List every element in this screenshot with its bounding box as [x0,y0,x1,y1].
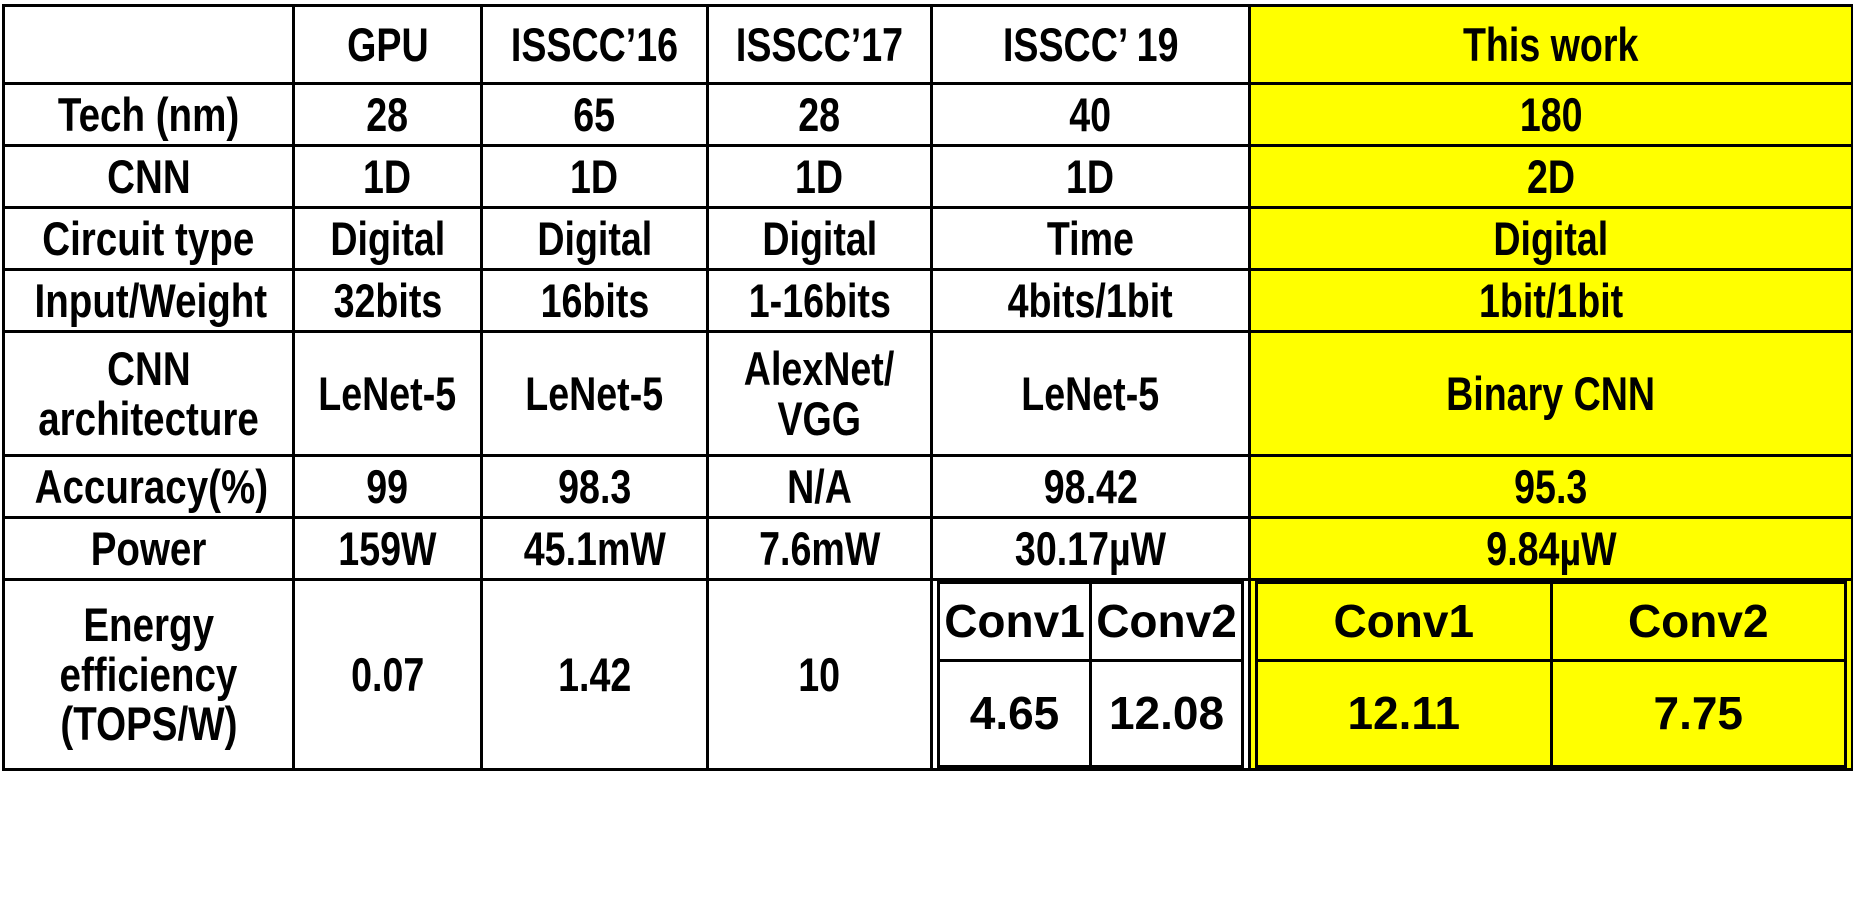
cell-circuit-isscc19: Time [930,206,1251,271]
cell-energy-isscc17: 10 [706,578,933,771]
cell-accuracy-isscc17: N/A [706,454,933,519]
cell-energy-gpu: 0.07 [292,578,483,771]
isscc19-conv2-value: 12.08 [1089,659,1244,768]
table-row: Power 159W 45.1mW 7.6mW 30.17µW 9.84µW [2,516,1853,581]
comparison-table-slide: GPU ISSCC’16 ISSCC’17 ISSCC’ 19 This wor… [0,4,1853,910]
table-row: CNN 1D 1D 1D 1D 2D [2,144,1853,209]
header-label-this-work: This work [1463,17,1639,71]
cell-inputweight-isscc19: 4bits/1bit [930,268,1251,333]
header-cell-this-work: This work [1248,4,1853,85]
cell-circuit-gpu: Digital [292,206,483,271]
cell-power-this-work: 9.84µW [1248,516,1853,581]
row-label-cnn-architecture: CNN architecture [2,330,295,457]
header-cell-gpu: GPU [292,4,483,85]
cell-cnn-this-work: 2D [1248,144,1853,209]
row-label-energy-efficiency: Energy efficiency (TOPS/W) [2,578,295,771]
header-cell-metric [2,4,295,85]
header-cell-isscc17: ISSCC’17 [706,4,933,85]
cell-accuracy-isscc19: 98.42 [930,454,1251,519]
cell-power-isscc16: 45.1mW [480,516,709,581]
row-label-input-weight: Input/Weight [2,268,295,333]
cell-tech-gpu: 28 [292,82,483,147]
cell-arch-isscc16: LeNet-5 [480,330,709,457]
cell-power-isscc19: 30.17µW [930,516,1251,581]
cell-arch-isscc19: LeNet-5 [930,330,1251,457]
row-label-cnn: CNN [2,144,295,209]
cell-energy-isscc19-split: Conv1 Conv2 4.65 12.08 [930,578,1251,771]
cell-power-gpu: 159W [292,516,483,581]
cell-tech-isscc19: 40 [930,82,1251,147]
header-label-isscc17: ISSCC’17 [735,17,904,71]
row-label-power: Power [2,516,295,581]
this-work-conv-subtable: Conv1 Conv2 12.11 7.75 [1255,581,1847,768]
cell-arch-isscc17: AlexNet/ VGG [706,330,933,457]
cell-cnn-gpu: 1D [292,144,483,209]
cell-circuit-this-work: Digital [1248,206,1853,271]
cell-accuracy-this-work: 95.3 [1248,454,1853,519]
cell-circuit-isscc17: Digital [706,206,933,271]
table-header-row: GPU ISSCC’16 ISSCC’17 ISSCC’ 19 This wor… [2,4,1853,85]
isscc19-conv1-label: Conv1 [937,581,1092,662]
cell-cnn-isscc19: 1D [930,144,1251,209]
cell-tech-this-work: 180 [1248,82,1853,147]
cell-accuracy-isscc16: 98.3 [480,454,709,519]
cell-inputweight-isscc16: 16bits [480,268,709,333]
cell-energy-isscc16: 1.42 [480,578,709,771]
isscc19-conv-subtable: Conv1 Conv2 4.65 12.08 [937,581,1244,768]
row-label-tech: Tech (nm) [2,82,295,147]
table-row: Input/Weight 32bits 16bits 1-16bits 4bit… [2,268,1853,333]
this-work-conv1-label: Conv1 [1255,581,1553,662]
cell-arch-this-work: Binary CNN [1248,330,1853,457]
table-row: Tech (nm) 28 65 28 40 180 [2,82,1853,147]
table-row: Circuit type Digital Digital Digital Tim… [2,206,1853,271]
table-row: Accuracy(%) 99 98.3 N/A 98.42 95.3 [2,454,1853,519]
cell-power-isscc17: 7.6mW [706,516,933,581]
cell-inputweight-isscc17: 1-16bits [706,268,933,333]
table-row-energy-efficiency: Energy efficiency (TOPS/W) 0.07 1.42 10 … [2,578,1853,771]
this-work-conv-value-row: 12.11 7.75 [1255,659,1847,768]
cell-cnn-isscc16: 1D [480,144,709,209]
isscc19-conv-header-row: Conv1 Conv2 [937,581,1244,662]
header-label-isscc16: ISSCC’16 [510,17,679,71]
isscc19-conv-value-row: 4.65 12.08 [937,659,1244,768]
cell-inputweight-gpu: 32bits [292,268,483,333]
header-cell-isscc19: ISSCC’ 19 [930,4,1251,85]
cell-tech-isscc17: 28 [706,82,933,147]
cell-inputweight-this-work: 1bit/1bit [1248,268,1853,333]
cell-accuracy-gpu: 99 [292,454,483,519]
this-work-conv2-label: Conv2 [1549,581,1847,662]
row-label-accuracy: Accuracy(%) [2,454,295,519]
cell-cnn-isscc17: 1D [706,144,933,209]
this-work-conv-header-row: Conv1 Conv2 [1255,581,1847,662]
header-cell-isscc16: ISSCC’16 [480,4,709,85]
cell-energy-this-work-split: Conv1 Conv2 12.11 7.75 [1248,578,1853,771]
comparison-table: GPU ISSCC’16 ISSCC’17 ISSCC’ 19 This wor… [2,4,1853,771]
isscc19-conv1-value: 4.65 [937,659,1092,768]
header-label-gpu: GPU [346,17,429,71]
row-label-circuit-type: Circuit type [2,206,295,271]
this-work-conv2-value: 7.75 [1549,659,1847,768]
header-label-isscc19: ISSCC’ 19 [1002,17,1179,71]
isscc19-conv2-label: Conv2 [1089,581,1244,662]
cell-tech-isscc16: 65 [480,82,709,147]
this-work-conv1-value: 12.11 [1255,659,1553,768]
table-row: CNN architecture LeNet-5 LeNet-5 AlexNet… [2,330,1853,457]
cell-circuit-isscc16: Digital [480,206,709,271]
cell-arch-gpu: LeNet-5 [292,330,483,457]
